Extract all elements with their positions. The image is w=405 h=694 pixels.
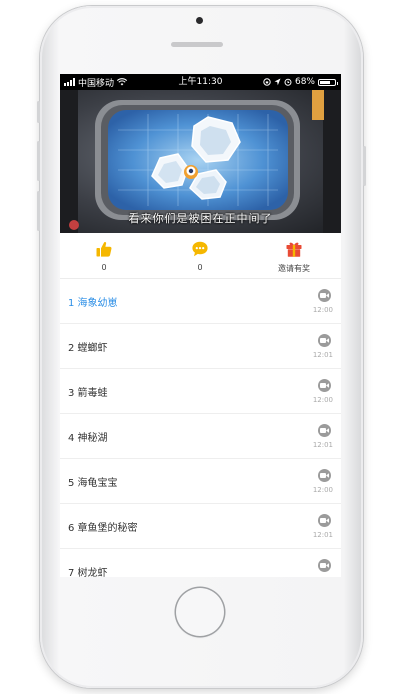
volume-down-button [37, 191, 40, 231]
battery-percent: 68% [294, 77, 315, 87]
episode-time: 12:01 [312, 531, 333, 539]
video-camera-icon [318, 514, 331, 527]
episode-title: 1 海象幼崽 [68, 298, 118, 309]
comment-icon [192, 241, 208, 257]
rotation-lock-icon [263, 78, 271, 86]
comment-count: 0 [197, 263, 203, 272]
mute-switch [37, 101, 40, 123]
video-subtitle: 看来你们是被困在正中间了 [128, 212, 273, 225]
invite-reward-label: 邀请有奖 [278, 264, 310, 273]
episode-time: 12:01 [312, 351, 333, 359]
location-icon [274, 78, 281, 86]
video-camera-icon [318, 424, 331, 437]
episode-item-2[interactable]: 2 螳螂虾 12:01 [60, 324, 341, 369]
episode-list: 1 海象幼崽 12:00 2 螳螂虾 12:01 3 箭毒蛙 12:00 4 神… [60, 279, 341, 577]
volume-up-button [37, 141, 40, 181]
home-button[interactable] [176, 588, 224, 636]
video-camera-icon [318, 289, 331, 302]
status-bar: 中国移动 上午11:30 68% [60, 74, 341, 90]
episode-item-3[interactable]: 3 箭毒蛙 12:00 [60, 369, 341, 414]
video-camera-icon [318, 469, 331, 482]
app-screen: 中国移动 上午11:30 68% 看来你们是被困在正中间了 0 0 邀请有奖 1… [60, 74, 341, 577]
episode-title: 4 神秘湖 [68, 433, 108, 444]
episode-title: 6 章鱼堡的秘密 [68, 523, 138, 534]
episode-time: 12:00 [312, 486, 333, 494]
episode-time: 12:01 [312, 441, 333, 449]
episode-item-7[interactable]: 7 树龙虾 [60, 549, 341, 577]
earpiece-speaker [171, 42, 223, 47]
like-button[interactable]: 0 [64, 240, 144, 272]
video-camera-icon [318, 334, 331, 347]
episode-time: 12:00 [312, 396, 333, 404]
like-count: 0 [101, 263, 107, 272]
video-camera-icon [318, 379, 331, 392]
episode-item-6[interactable]: 6 章鱼堡的秘密 12:01 [60, 504, 341, 549]
battery-icon [318, 78, 338, 86]
comment-button[interactable]: 0 [160, 240, 240, 272]
episode-title: 5 海龟宝宝 [68, 478, 118, 489]
episode-title: 7 树龙虾 [68, 568, 108, 577]
gift-icon [286, 242, 302, 257]
front-camera [196, 17, 203, 24]
episode-time: 12:00 [312, 306, 333, 314]
episode-title: 2 螳螂虾 [68, 343, 108, 354]
power-button [363, 146, 366, 186]
thumbs-up-icon [96, 241, 112, 257]
episode-item-5[interactable]: 5 海龟宝宝 12:00 [60, 459, 341, 504]
action-bar: 0 0 邀请有奖 [60, 233, 341, 279]
episode-item-4[interactable]: 4 神秘湖 12:01 [60, 414, 341, 459]
episode-item-1[interactable]: 1 海象幼崽 12:00 [60, 279, 341, 324]
battery-fill [320, 80, 330, 84]
episode-title: 3 箭毒蛙 [68, 388, 108, 399]
alarm-icon [284, 78, 292, 86]
video-player[interactable]: 看来你们是被困在正中间了 [60, 90, 341, 233]
invite-reward-button[interactable]: 邀请有奖 [254, 240, 334, 274]
video-camera-icon [318, 559, 331, 572]
